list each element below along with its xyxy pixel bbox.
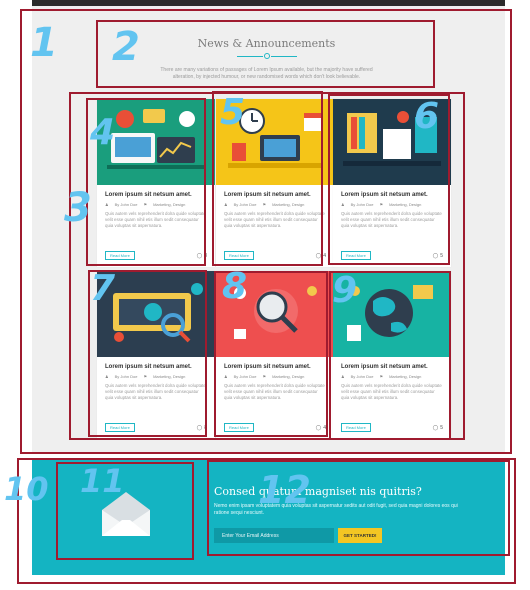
annotation-box-2 — [96, 20, 435, 88]
annotation-label-2: 2 — [112, 24, 140, 70]
annotation-label-12: 12 — [258, 468, 311, 512]
annotation-box-11 — [56, 462, 194, 560]
annotation-label-5: 5 — [220, 92, 246, 133]
annotation-label-11: 11 — [80, 462, 125, 500]
annotation-label-4: 4 — [90, 112, 116, 153]
annotation-label-9: 9 — [332, 270, 358, 311]
annotation-label-8: 8 — [222, 266, 248, 307]
annotation-label-3: 3 — [64, 185, 92, 231]
annotation-label-1: 1 — [30, 20, 58, 66]
annotation-label-6: 6 — [414, 96, 440, 137]
annotation-label-7: 7 — [90, 268, 116, 309]
annotation-box-12 — [207, 460, 510, 556]
annotation-label-10: 10 — [4, 470, 49, 508]
